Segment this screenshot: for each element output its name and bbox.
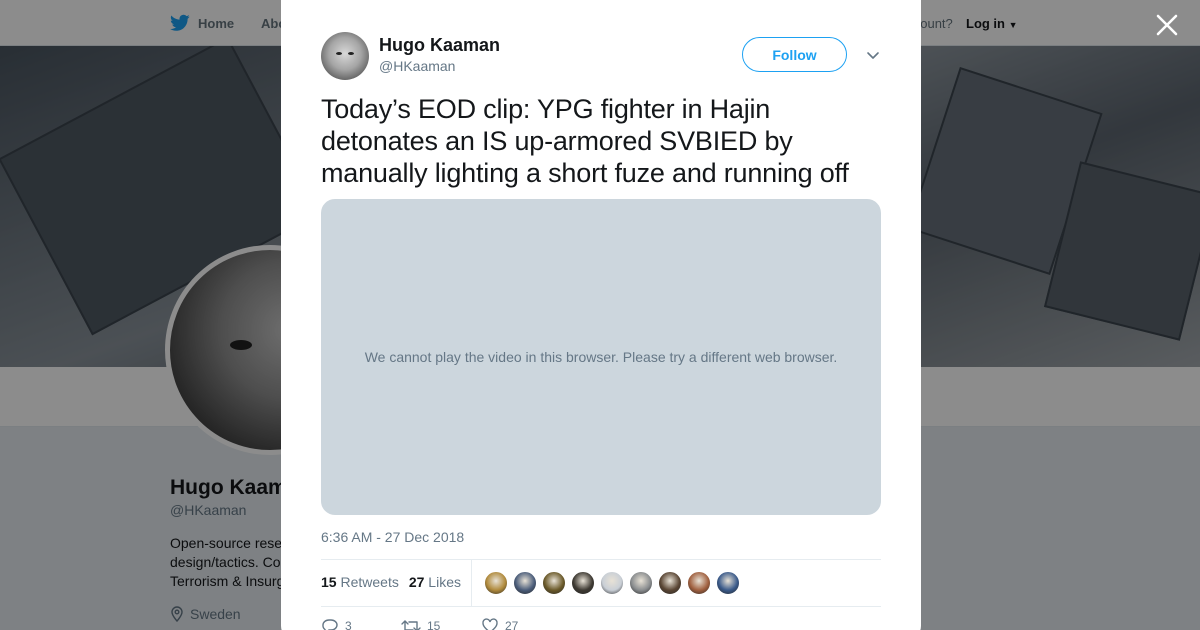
liker-avatar[interactable] bbox=[716, 571, 740, 595]
retweets-count: 15 bbox=[321, 574, 337, 590]
like-count: 27 bbox=[505, 619, 519, 630]
tweet-text: Today’s EOD clip: YPG fighter in Hajin d… bbox=[321, 94, 849, 188]
retweet-button[interactable]: 15 bbox=[401, 618, 481, 630]
reply-button[interactable]: 3 bbox=[321, 618, 401, 630]
chevron-down-icon bbox=[867, 52, 879, 59]
tweet-timestamp[interactable]: 6:36 AM - 27 Dec 2018 bbox=[321, 529, 464, 545]
likes-stat[interactable]: 27 Likes bbox=[409, 574, 461, 590]
author-handle[interactable]: @HKaaman bbox=[379, 58, 455, 74]
divider bbox=[321, 559, 881, 560]
liker-avatars bbox=[484, 571, 740, 595]
liker-avatar[interactable] bbox=[484, 571, 508, 595]
tweet-actions: 3 15 27 bbox=[321, 618, 561, 630]
reply-count: 3 bbox=[345, 619, 352, 630]
avatar-eye bbox=[336, 52, 342, 55]
liker-avatar[interactable] bbox=[513, 571, 537, 595]
tweet-modal: Hugo Kaaman @HKaaman Follow Today’s EOD … bbox=[281, 0, 921, 630]
retweets-label: Retweets bbox=[340, 574, 399, 590]
like-button[interactable]: 27 bbox=[481, 618, 561, 630]
video-error-message: We cannot play the video in this browser… bbox=[364, 349, 838, 365]
retweets-stat[interactable]: 15 Retweets bbox=[321, 574, 399, 590]
avatar-eye bbox=[348, 52, 354, 55]
likes-count: 27 bbox=[408, 574, 425, 590]
divider bbox=[321, 606, 881, 607]
author-avatar[interactable] bbox=[321, 32, 369, 80]
close-button[interactable] bbox=[1154, 12, 1180, 38]
retweet-count: 15 bbox=[427, 619, 441, 630]
reply-icon bbox=[322, 619, 338, 630]
retweet-icon bbox=[401, 620, 421, 630]
liker-avatar[interactable] bbox=[687, 571, 711, 595]
liker-avatar[interactable] bbox=[571, 571, 595, 595]
tweet-stats: 15 Retweets 27 Likes bbox=[321, 574, 461, 590]
author-name[interactable]: Hugo Kaaman bbox=[379, 35, 500, 56]
heart-icon bbox=[482, 618, 498, 630]
liker-avatar[interactable] bbox=[629, 571, 653, 595]
liker-avatar[interactable] bbox=[542, 571, 566, 595]
close-icon bbox=[1156, 14, 1178, 36]
stats-separator bbox=[471, 559, 472, 606]
liker-avatar[interactable] bbox=[658, 571, 682, 595]
follow-button[interactable]: Follow bbox=[742, 37, 847, 72]
video-player[interactable]: We cannot play the video in this browser… bbox=[321, 199, 881, 515]
likes-label: Likes bbox=[428, 574, 461, 590]
liker-avatar[interactable] bbox=[600, 571, 624, 595]
tweet-menu-button[interactable] bbox=[865, 47, 881, 63]
